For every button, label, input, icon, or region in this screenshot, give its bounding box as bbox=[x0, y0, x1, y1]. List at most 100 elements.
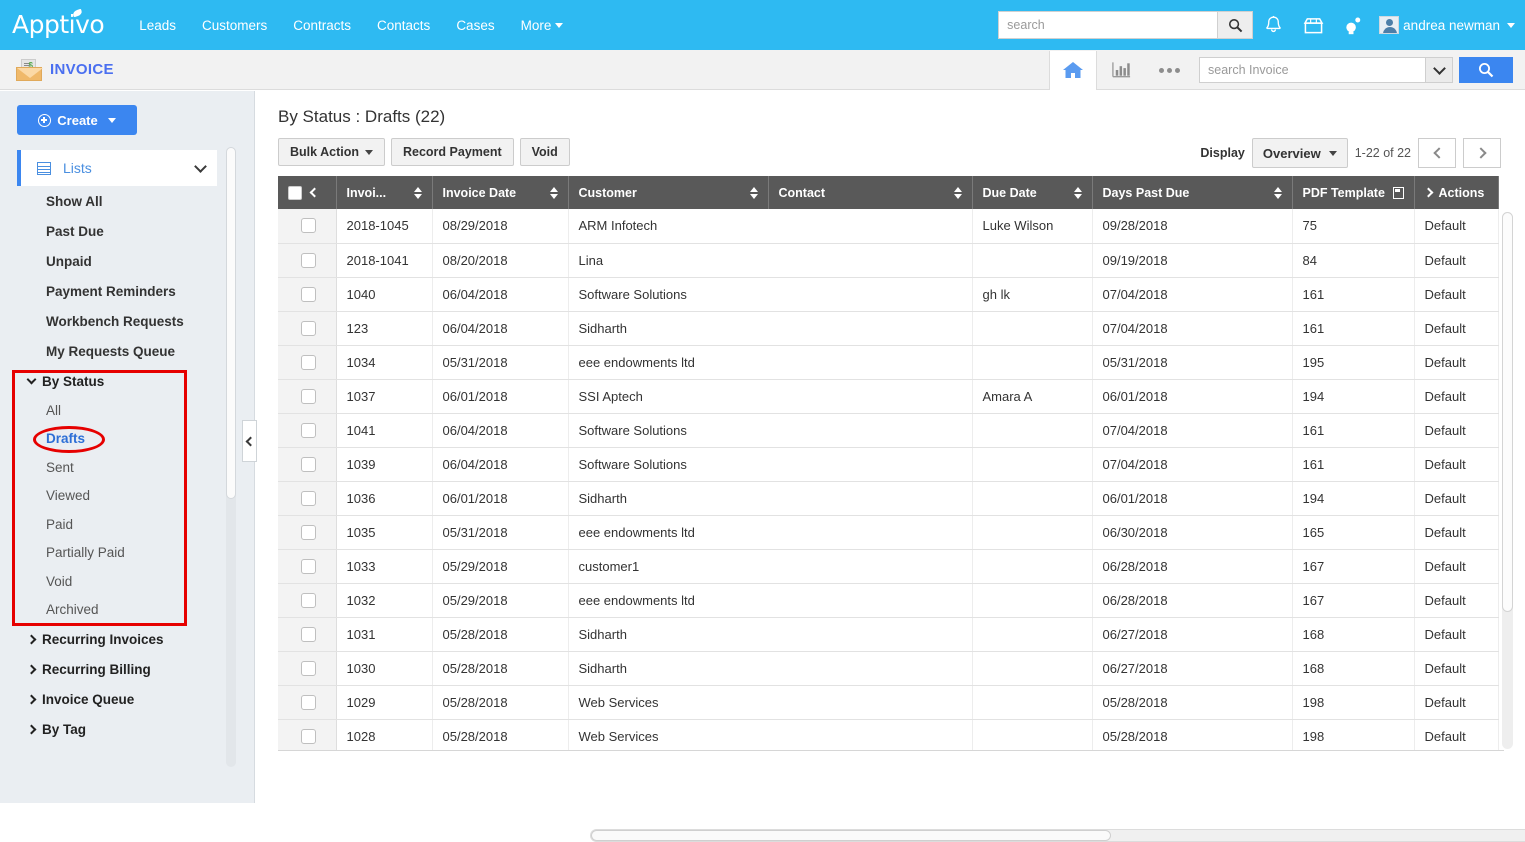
chevron-left-icon[interactable] bbox=[310, 188, 320, 198]
sidebar-group-recurring-billing[interactable]: Recurring Billing bbox=[0, 654, 254, 684]
table-row[interactable]: 2018-104508/29/2018ARM InfotechLuke Wils… bbox=[278, 209, 1498, 243]
sort-icon[interactable] bbox=[750, 187, 758, 199]
table-row[interactable]: 102905/28/2018Web Services05/28/2018198D… bbox=[278, 685, 1498, 719]
column-header-invoice[interactable]: Invoi... bbox=[336, 176, 432, 209]
row-checkbox[interactable] bbox=[301, 525, 316, 540]
sidebar-item-paid[interactable]: Paid bbox=[0, 510, 254, 539]
nav-item-cases[interactable]: Cases bbox=[443, 12, 507, 39]
row-checkbox[interactable] bbox=[301, 661, 316, 676]
column-header-days-past-due[interactable]: Days Past Due bbox=[1092, 176, 1292, 209]
table-horizontal-scrollbar-thumb[interactable] bbox=[591, 830, 1111, 841]
row-checkbox[interactable] bbox=[301, 729, 316, 744]
row-checkbox[interactable] bbox=[301, 355, 316, 370]
column-header-due-date[interactable]: Due Date bbox=[972, 176, 1092, 209]
sidebar-group-invoice-queue[interactable]: Invoice Queue bbox=[0, 684, 254, 714]
row-checkbox[interactable] bbox=[301, 457, 316, 472]
module-search-input[interactable] bbox=[1199, 57, 1425, 83]
row-checkbox[interactable] bbox=[301, 218, 316, 233]
row-checkbox[interactable] bbox=[301, 389, 316, 404]
table-row[interactable]: 2018-104108/20/2018Lina09/19/201884Defau… bbox=[278, 243, 1498, 277]
chevron-right-icon[interactable] bbox=[1423, 188, 1433, 198]
global-search-button[interactable] bbox=[1217, 11, 1253, 39]
user-name[interactable]: andrea newman bbox=[1403, 18, 1500, 33]
nav-item-contacts[interactable]: Contacts bbox=[364, 12, 443, 39]
marketplace-button[interactable] bbox=[1293, 0, 1333, 50]
next-page-button[interactable] bbox=[1463, 138, 1501, 168]
column-header-customer[interactable]: Customer bbox=[568, 176, 768, 209]
sidebar-item-void[interactable]: Void bbox=[0, 567, 254, 596]
sort-icon[interactable] bbox=[1274, 187, 1282, 199]
table-row[interactable]: 104006/04/2018Software Solutionsgh lk07/… bbox=[278, 277, 1498, 311]
user-menu-chevron-down-icon[interactable] bbox=[1507, 23, 1515, 28]
module-search-button[interactable] bbox=[1459, 57, 1513, 83]
void-button[interactable]: Void bbox=[520, 138, 570, 166]
create-button[interactable]: Create bbox=[17, 105, 137, 135]
nav-item-contracts[interactable]: Contracts bbox=[280, 12, 364, 39]
reports-button[interactable] bbox=[1097, 51, 1145, 90]
sidebar-item-show-all[interactable]: Show All bbox=[0, 186, 254, 216]
sidebar-group-by-status[interactable]: By Status bbox=[0, 366, 254, 396]
sidebar-scrollbar-thumb[interactable] bbox=[226, 147, 236, 499]
table-row[interactable]: 102805/28/2018Web Services05/28/2018198D… bbox=[278, 719, 1498, 751]
table-vertical-scrollbar[interactable] bbox=[1502, 212, 1513, 749]
sort-icon[interactable] bbox=[550, 187, 558, 199]
apptivo-logo[interactable]: Apptivo bbox=[12, 10, 104, 39]
table-vertical-scrollbar-thumb[interactable] bbox=[1502, 212, 1513, 612]
sidebar-item-archived[interactable]: Archived bbox=[0, 596, 254, 625]
record-payment-button[interactable]: Record Payment bbox=[391, 138, 514, 166]
more-options-button[interactable] bbox=[1145, 51, 1193, 90]
table-horizontal-scrollbar[interactable] bbox=[590, 829, 1525, 842]
nav-item-leads[interactable]: Leads bbox=[126, 12, 189, 39]
row-checkbox[interactable] bbox=[301, 695, 316, 710]
table-row[interactable]: 104106/04/2018Software Solutions07/04/20… bbox=[278, 413, 1498, 447]
select-all-checkbox[interactable] bbox=[288, 186, 302, 200]
sidebar-item-sent[interactable]: Sent bbox=[0, 453, 254, 482]
table-row[interactable]: 103305/29/2018customer106/28/2018167Defa… bbox=[278, 549, 1498, 583]
sidebar-section-lists[interactable]: Lists bbox=[17, 150, 217, 186]
table-row[interactable]: 103405/31/2018eee endowments ltd05/31/20… bbox=[278, 345, 1498, 379]
row-checkbox[interactable] bbox=[301, 253, 316, 268]
sort-icon[interactable] bbox=[414, 187, 422, 199]
sidebar-item-drafts[interactable]: Drafts bbox=[0, 425, 254, 454]
home-button[interactable] bbox=[1049, 51, 1097, 90]
sidebar-item-unpaid[interactable]: Unpaid bbox=[0, 246, 254, 276]
sort-icon[interactable] bbox=[954, 187, 962, 199]
tips-button[interactable] bbox=[1333, 0, 1373, 50]
sidebar-item-payment-reminders[interactable]: Payment Reminders bbox=[0, 276, 254, 306]
bulk-action-button[interactable]: Bulk Action bbox=[278, 138, 385, 166]
sidebar-item-all[interactable]: All bbox=[0, 396, 254, 425]
sidebar-scrollbar[interactable] bbox=[226, 147, 236, 767]
column-header-pdf-template[interactable]: PDF Template bbox=[1292, 176, 1414, 209]
sidebar-item-past-due[interactable]: Past Due bbox=[0, 216, 254, 246]
nav-item-customers[interactable]: Customers bbox=[189, 12, 280, 39]
table-row[interactable]: 103706/01/2018SSI AptechAmara A06/01/201… bbox=[278, 379, 1498, 413]
display-view-select[interactable]: Overview bbox=[1252, 138, 1348, 168]
sidebar-item-my-requests-queue[interactable]: My Requests Queue bbox=[0, 336, 254, 366]
sidebar-item-viewed[interactable]: Viewed bbox=[0, 482, 254, 511]
table-row[interactable]: 103606/01/2018Sidharth06/01/2018194Defau… bbox=[278, 481, 1498, 515]
sidebar-group-by-tag[interactable]: By Tag bbox=[0, 714, 254, 744]
row-checkbox[interactable] bbox=[301, 423, 316, 438]
sidebar-group-recurring-invoices[interactable]: Recurring Invoices bbox=[0, 624, 254, 654]
column-header-contact[interactable]: Contact bbox=[768, 176, 972, 209]
table-row[interactable]: 103005/28/2018Sidharth06/27/2018168Defau… bbox=[278, 651, 1498, 685]
sidebar-collapse-handle[interactable] bbox=[242, 420, 257, 462]
row-checkbox[interactable] bbox=[301, 559, 316, 574]
prev-page-button[interactable] bbox=[1418, 138, 1456, 168]
table-row[interactable]: 103906/04/2018Software Solutions07/04/20… bbox=[278, 447, 1498, 481]
row-checkbox[interactable] bbox=[301, 627, 316, 642]
global-search-input[interactable] bbox=[998, 11, 1217, 39]
sidebar-item-workbench-requests[interactable]: Workbench Requests bbox=[0, 306, 254, 336]
notifications-button[interactable] bbox=[1253, 0, 1293, 50]
row-checkbox[interactable] bbox=[301, 491, 316, 506]
sort-icon[interactable] bbox=[1074, 187, 1082, 199]
table-row[interactable]: 103205/29/2018eee endowments ltd06/28/20… bbox=[278, 583, 1498, 617]
avatar[interactable] bbox=[1379, 16, 1399, 34]
sidebar-item-partially-paid[interactable]: Partially Paid bbox=[0, 539, 254, 568]
module-search-dropdown[interactable] bbox=[1425, 57, 1453, 83]
row-checkbox[interactable] bbox=[301, 287, 316, 302]
filter-icon[interactable] bbox=[1393, 187, 1404, 199]
nav-item-more[interactable]: More bbox=[508, 12, 577, 39]
column-header-invoice-date[interactable]: Invoice Date bbox=[432, 176, 568, 209]
table-row[interactable]: 103505/31/2018eee endowments ltd06/30/20… bbox=[278, 515, 1498, 549]
